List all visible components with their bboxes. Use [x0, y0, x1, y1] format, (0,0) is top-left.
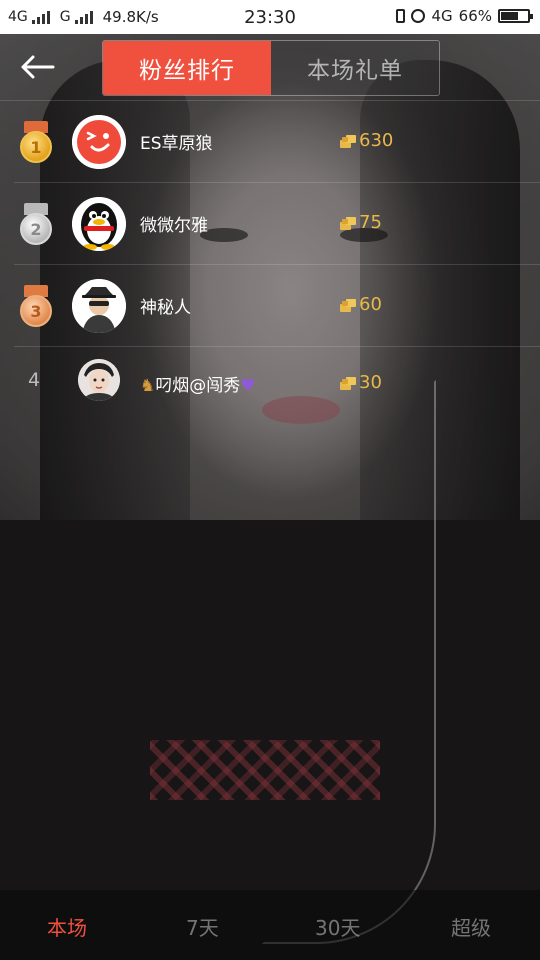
gift-count: 630	[359, 130, 394, 151]
status-bar: 4G G 49.8K/s 23:30 4G 66%	[0, 0, 540, 34]
fan-name: ES草原狼	[140, 134, 213, 154]
gold-medal-icon: 1	[20, 121, 52, 163]
gift-coin-icon	[340, 135, 356, 148]
rank-number: 4	[28, 369, 41, 391]
tab-7-days[interactable]: 7天	[186, 912, 219, 941]
silver-medal-icon: 2	[20, 203, 52, 245]
avatar[interactable]	[72, 279, 126, 333]
fan-ranking-screen: 4G G 49.8K/s 23:30 4G 66% 粉丝排行 本场礼单 1 ES…	[0, 0, 540, 960]
fan-name: ♞叼烟@闯秀♥	[140, 376, 256, 396]
list-item[interactable]: 4 ♞叼烟@闯秀♥ 30	[14, 347, 540, 419]
list-item[interactable]: 3 神秘人 60	[14, 265, 540, 347]
gift-count: 30	[359, 372, 382, 393]
gift-count: 75	[359, 212, 382, 233]
penguin-avatar	[72, 197, 126, 251]
battery-percent: 66%	[458, 7, 492, 25]
battery-icon	[498, 9, 533, 23]
network-type-label-3: 4G	[431, 7, 453, 25]
fan-ranking-list: 1 ES草原狼 630 2 微微尔雅 75 3 神秘人 60 4 ♞叼烟@闯秀♥…	[0, 101, 540, 419]
avatar[interactable]	[72, 115, 126, 169]
ranking-tab-switch: 粉丝排行 本场礼单	[102, 40, 440, 96]
fan-name: 微微尔雅	[140, 216, 208, 236]
fan-name: 神秘人	[140, 298, 191, 318]
list-item[interactable]: 1 ES草原狼 630	[14, 101, 540, 183]
tab-this-session[interactable]: 本场	[47, 912, 87, 941]
avatar[interactable]	[78, 359, 120, 401]
alarm-icon	[411, 9, 426, 23]
list-item[interactable]: 2 微微尔雅 75	[14, 183, 540, 265]
purple-heart-icon: ♥	[240, 376, 256, 396]
mystery-person-avatar	[72, 279, 126, 333]
tab-super[interactable]: 超级	[451, 912, 491, 941]
tab-30-days[interactable]: 30天	[315, 912, 360, 941]
gift-coin-icon	[340, 217, 356, 230]
vibrate-icon	[396, 9, 406, 23]
tab-gift-list[interactable]: 本场礼单	[271, 41, 439, 95]
user-photo-avatar	[78, 359, 120, 401]
arrow-left-icon	[21, 55, 55, 79]
back-button[interactable]	[18, 50, 58, 84]
lion-emoji-icon: ♞	[140, 376, 156, 396]
gift-coin-icon	[340, 299, 356, 312]
winking-face-avatar	[72, 115, 126, 169]
tab-fan-ranking[interactable]: 粉丝排行	[103, 41, 271, 95]
bronze-medal-icon: 3	[20, 285, 52, 327]
bottom-period-tabs: 本场 7天 30天 超级	[0, 890, 540, 960]
avatar[interactable]	[72, 197, 126, 251]
gift-coin-icon	[340, 377, 356, 390]
gift-count: 60	[359, 294, 382, 315]
